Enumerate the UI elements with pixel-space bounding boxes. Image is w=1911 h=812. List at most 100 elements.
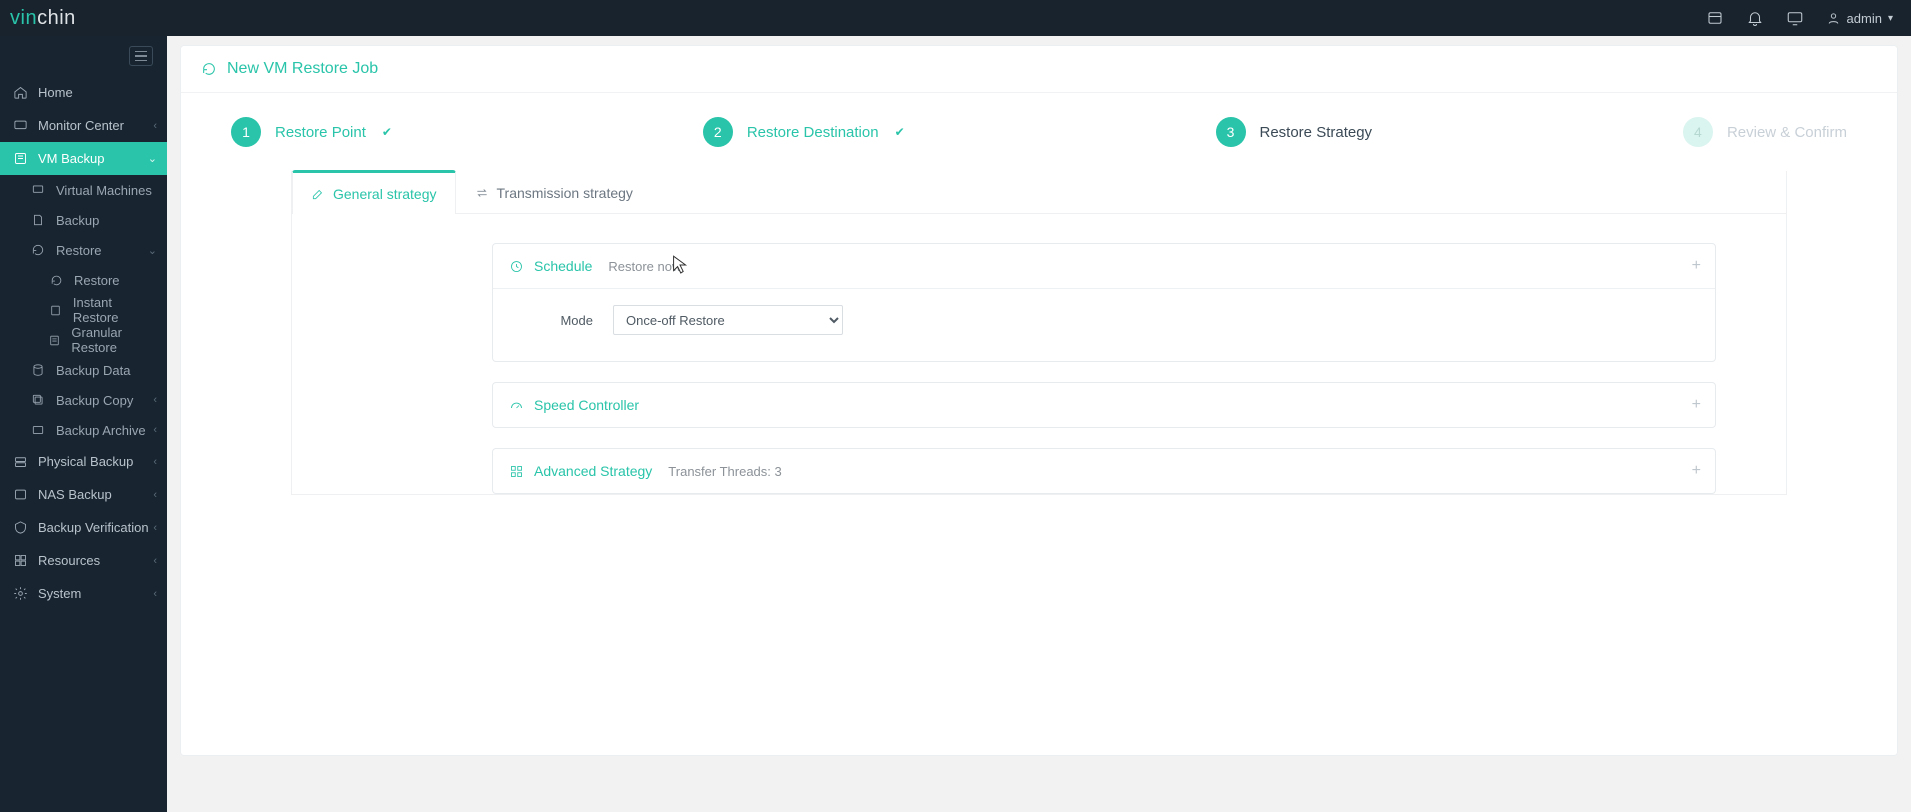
- backup-data-icon: [30, 363, 46, 377]
- sidebar-item-label: Instant Restore: [73, 295, 155, 325]
- step-label: Restore Strategy: [1260, 124, 1373, 141]
- schedule-title: Schedule: [534, 258, 592, 274]
- instant-restore-icon: [48, 304, 63, 317]
- granular-restore-icon: [48, 334, 61, 347]
- page-title: New VM Restore Job: [227, 60, 378, 78]
- tab-transmission-strategy[interactable]: Transmission strategy: [456, 170, 652, 213]
- wizard-steps: 1 Restore Point ✔ 2 Restore Destination …: [181, 93, 1897, 171]
- sidebar-item-system[interactable]: System ‹: [0, 577, 167, 610]
- sidebar-item-home[interactable]: Home: [0, 76, 167, 109]
- restore-icon: [30, 243, 46, 257]
- advanced-strategy-header[interactable]: Advanced Strategy Transfer Threads: 3 +: [493, 449, 1715, 493]
- sidebar-item-label: VM Backup: [38, 151, 104, 166]
- sidebar-nav: Home Monitor Center ‹ VM Backup ⌄ Virtua…: [0, 76, 167, 610]
- step-label: Review & Confirm: [1727, 124, 1847, 141]
- sidebar-item-backup-data[interactable]: Backup Data: [0, 355, 167, 385]
- tab-general-strategy[interactable]: General strategy: [292, 170, 456, 214]
- user-label: admin: [1847, 11, 1882, 26]
- physical-backup-icon: [12, 454, 28, 469]
- sidebar-toggle-button[interactable]: [129, 46, 153, 66]
- sidebar-item-label: Restore: [74, 273, 120, 288]
- vm-backup-icon: [12, 151, 28, 166]
- chevron-left-icon: ‹: [153, 456, 157, 468]
- user-menu[interactable]: admin ▾: [1826, 11, 1893, 26]
- wizard-step-2[interactable]: 2 Restore Destination ✔: [703, 117, 905, 147]
- sidebar-item-backup[interactable]: Backup: [0, 205, 167, 235]
- sidebar-item-label: Virtual Machines: [56, 183, 152, 198]
- nas-backup-icon: [12, 487, 28, 502]
- advanced-strategy-panel: Advanced Strategy Transfer Threads: 3 +: [492, 448, 1716, 494]
- gear-icon: [12, 586, 28, 601]
- sidebar-item-backup-copy[interactable]: Backup Copy ‹: [0, 385, 167, 415]
- wizard-content: General strategy Transmission strategy S…: [181, 171, 1897, 755]
- sidebar-item-restore-parent[interactable]: Restore ⌄: [0, 235, 167, 265]
- check-icon: ✔: [382, 125, 392, 139]
- chevron-down-icon: ⌄: [148, 244, 157, 257]
- home-icon: [12, 85, 28, 100]
- transfer-icon: [475, 186, 489, 200]
- chevron-left-icon: ‹: [153, 522, 157, 534]
- speed-controller-title: Speed Controller: [534, 397, 639, 413]
- sidebar-item-label: Physical Backup: [38, 454, 133, 469]
- tab-label: Transmission strategy: [497, 185, 633, 201]
- sidebar-item-monitor-center[interactable]: Monitor Center ‹: [0, 109, 167, 142]
- sidebar-item-label: Backup Verification: [38, 520, 149, 535]
- speed-controller-header[interactable]: Speed Controller +: [493, 383, 1715, 427]
- step-number: 2: [703, 117, 733, 147]
- tasks-icon[interactable]: [1706, 9, 1724, 27]
- top-bar: vinchin admin ▾: [0, 0, 1911, 36]
- backup-icon: [30, 213, 46, 227]
- chevron-left-icon: ‹: [153, 424, 157, 436]
- sidebar-item-label: Monitor Center: [38, 118, 124, 133]
- resources-icon: [12, 553, 28, 568]
- sidebar-item-instant-restore[interactable]: Instant Restore: [0, 295, 167, 325]
- strategy-tabs: General strategy Transmission strategy: [292, 170, 1786, 214]
- sidebar-item-label: NAS Backup: [38, 487, 112, 502]
- notifications-icon[interactable]: [1746, 9, 1764, 27]
- expand-icon: +: [1692, 257, 1701, 275]
- schedule-panel-header[interactable]: Schedule Restore now +: [493, 244, 1715, 288]
- chevron-down-icon: ⌄: [148, 152, 157, 165]
- gauge-icon: [509, 398, 524, 413]
- check-icon: ✔: [895, 125, 905, 139]
- mode-select[interactable]: Once-off Restore: [613, 305, 843, 335]
- caret-down-icon: ▾: [1888, 13, 1893, 24]
- schedule-panel-body: Mode Once-off Restore: [493, 288, 1715, 361]
- sidebar-item-physical-backup[interactable]: Physical Backup ‹: [0, 445, 167, 478]
- wizard-step-4[interactable]: 4 Review & Confirm: [1683, 117, 1847, 147]
- grid-icon: [509, 464, 524, 479]
- step-label: Restore Point: [275, 124, 366, 141]
- chevron-left-icon: ‹: [153, 489, 157, 501]
- sidebar-item-backup-verification[interactable]: Backup Verification ‹: [0, 511, 167, 544]
- sidebar-item-label: Resources: [38, 553, 100, 568]
- backup-copy-icon: [30, 393, 46, 407]
- logo-part1: vin: [10, 7, 37, 30]
- wizard-step-3[interactable]: 3 Restore Strategy: [1216, 117, 1373, 147]
- sidebar-item-backup-archive[interactable]: Backup Archive ‹: [0, 415, 167, 445]
- app-logo: vinchin: [10, 7, 76, 30]
- backup-archive-icon: [30, 423, 46, 437]
- chevron-left-icon: ‹: [153, 394, 157, 406]
- expand-icon: +: [1692, 396, 1701, 414]
- clock-icon: [509, 259, 524, 274]
- strategy-panels: Schedule Restore now + Mode Once-off Res…: [292, 243, 1786, 494]
- sidebar-item-granular-restore[interactable]: Granular Restore: [0, 325, 167, 355]
- page-card: New VM Restore Job 1 Restore Point ✔ 2 R…: [181, 46, 1897, 755]
- restore-icon: [48, 274, 64, 287]
- monitor-icon[interactable]: [1786, 9, 1804, 27]
- sidebar: Home Monitor Center ‹ VM Backup ⌄ Virtua…: [0, 36, 167, 812]
- verification-icon: [12, 520, 28, 535]
- advanced-strategy-subtitle: Transfer Threads: 3: [668, 464, 781, 479]
- monitor-center-icon: [12, 118, 28, 133]
- sidebar-item-virtual-machines[interactable]: Virtual Machines: [0, 175, 167, 205]
- sidebar-item-label: Home: [38, 85, 73, 100]
- schedule-subtitle: Restore now: [608, 259, 681, 274]
- sidebar-item-restore[interactable]: Restore: [0, 265, 167, 295]
- wizard-step-1[interactable]: 1 Restore Point ✔: [231, 117, 392, 147]
- step-number: 1: [231, 117, 261, 147]
- sidebar-item-resources[interactable]: Resources ‹: [0, 544, 167, 577]
- sidebar-item-label: Restore: [56, 243, 102, 258]
- restore-icon: [201, 61, 217, 77]
- sidebar-item-nas-backup[interactable]: NAS Backup ‹: [0, 478, 167, 511]
- sidebar-item-vm-backup[interactable]: VM Backup ⌄: [0, 142, 167, 175]
